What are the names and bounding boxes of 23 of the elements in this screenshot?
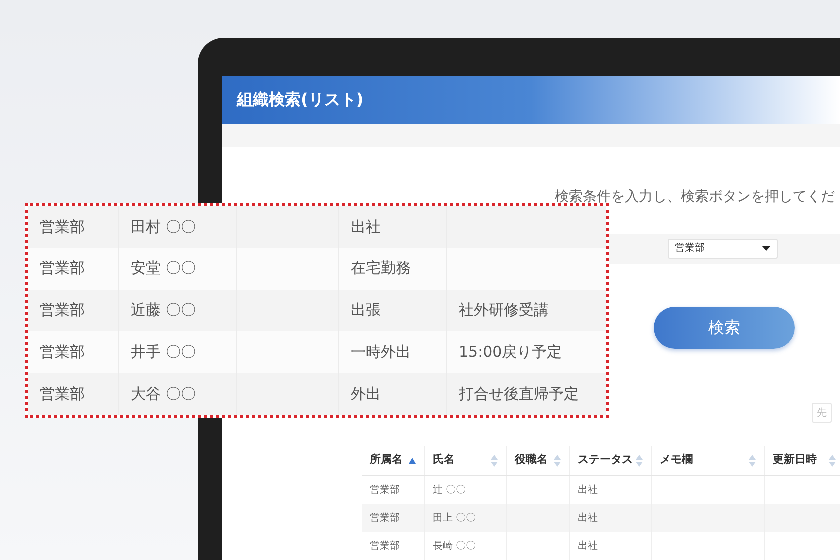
callout-cell-text: 営業部 [39, 300, 86, 322]
search-button[interactable]: 検索 [654, 306, 795, 349]
table-cell: 長崎 〇〇 [425, 532, 507, 560]
table-row[interactable]: 営業部 田上 〇〇 出社 [362, 504, 840, 532]
callout-cell-text: 営業部 [39, 216, 86, 238]
sort-icon[interactable] [554, 454, 561, 467]
sort-icon[interactable] [829, 454, 836, 467]
callout-cell: 打合せ後直帰予定 [446, 373, 606, 415]
table-cell: 営業部 [362, 532, 425, 560]
callout-cell-text: 営業部 [39, 384, 86, 405]
dropdown-caret-icon [762, 246, 771, 252]
sort-icon[interactable] [749, 454, 756, 467]
callout-cell-text: 営業部 [39, 258, 86, 280]
sort-ascending-icon[interactable] [409, 458, 416, 464]
department-select[interactable]: 営業部 [668, 238, 778, 259]
window-title: 組織検索(リスト) [237, 88, 364, 111]
callout-cell-text: 営業部 [39, 342, 86, 364]
instruction-text: 検索条件を入力し、検索ボタンを押してくだ [555, 190, 835, 204]
sort-icon[interactable] [491, 454, 498, 467]
table-cell: 出社 [570, 532, 652, 560]
sort-icon[interactable] [636, 454, 643, 467]
callout-cell: 大谷 〇〇 [118, 373, 236, 415]
callout-cell: 外出 [338, 373, 446, 415]
